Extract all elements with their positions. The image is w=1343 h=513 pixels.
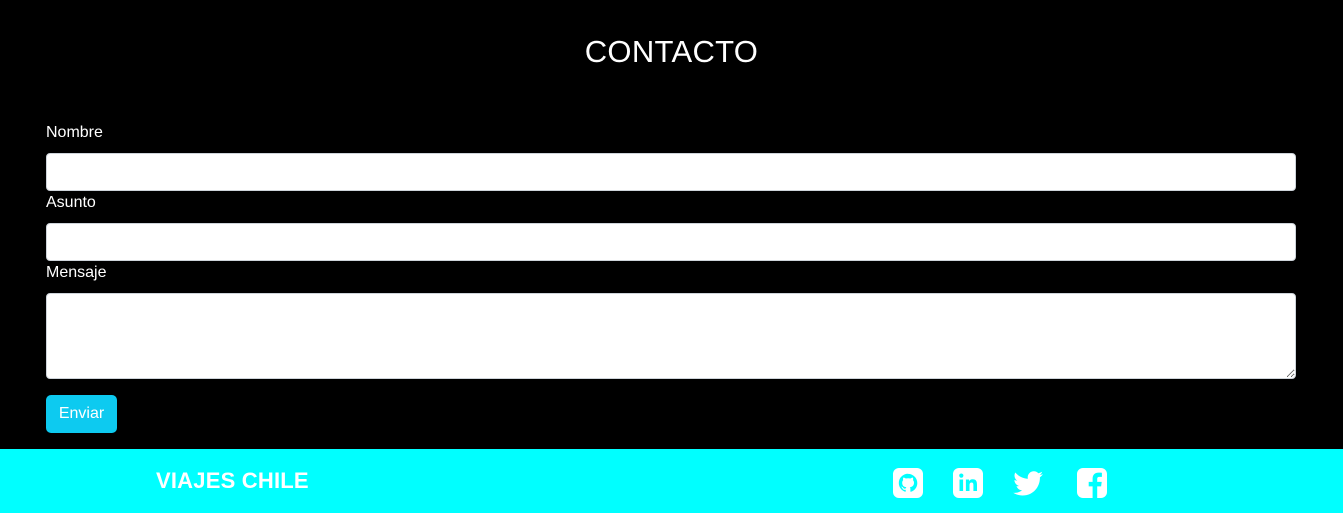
message-label: Mensaje <box>46 264 107 281</box>
name-label: Nombre <box>46 124 103 141</box>
page-title: CONTACTO <box>584 34 759 69</box>
facebook-link[interactable] <box>1076 467 1108 499</box>
contact-section: CONTACTO Nombre Asunto Mensaje Enviar <box>0 0 1343 449</box>
twitter-link[interactable] <box>1012 467 1044 499</box>
footer-brand: VIAJES CHILE <box>156 468 309 493</box>
twitter-icon <box>1013 471 1043 496</box>
github-link[interactable] <box>892 467 924 499</box>
message-textarea[interactable] <box>46 293 1296 379</box>
linkedin-link[interactable] <box>952 467 984 499</box>
subject-label: Asunto <box>46 194 96 211</box>
submit-button[interactable]: Enviar <box>46 395 117 433</box>
github-icon <box>893 468 923 498</box>
name-input[interactable] <box>46 153 1296 191</box>
footer: VIAJES CHILE <box>0 449 1343 513</box>
linkedin-icon <box>953 468 983 498</box>
facebook-icon <box>1077 468 1107 498</box>
subject-input[interactable] <box>46 223 1296 261</box>
